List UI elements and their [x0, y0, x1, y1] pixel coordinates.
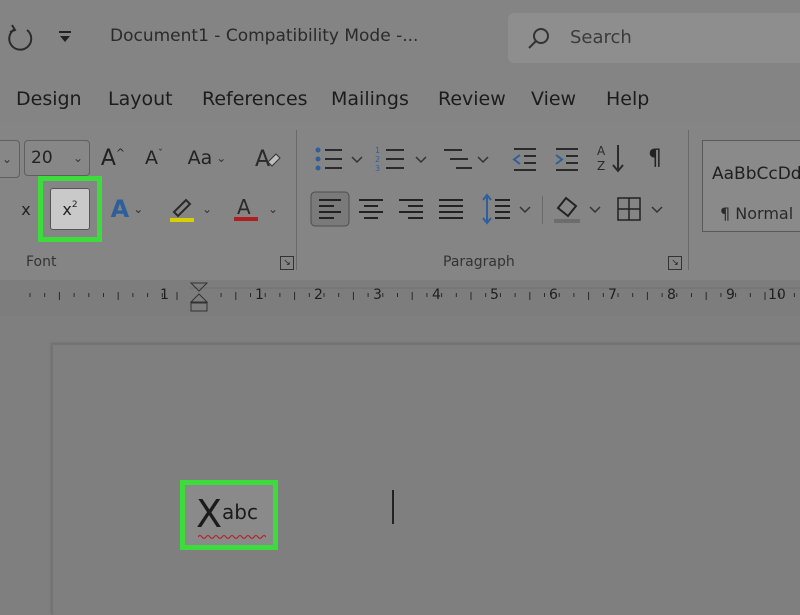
svg-text:Z: Z: [597, 159, 605, 173]
superscript-label: x: [62, 199, 72, 219]
ruler-number: 1: [255, 287, 264, 303]
search-icon[interactable]: [526, 26, 552, 52]
highlighter-icon: [169, 198, 194, 222]
svg-text:A: A: [597, 144, 606, 158]
ruler-number: 4: [432, 287, 441, 303]
align-left-icon[interactable]: [310, 191, 350, 227]
ruler-ticks: [29, 282, 800, 312]
svg-text:A: A: [237, 195, 251, 219]
svg-text:2: 2: [375, 155, 380, 164]
paragraph-dialog-launcher-icon[interactable]: ↘: [668, 256, 682, 270]
borders-icon[interactable]: [614, 192, 668, 226]
svg-text:3: 3: [375, 164, 380, 173]
tab-mailings[interactable]: Mailings: [331, 88, 409, 110]
tab-design[interactable]: Design: [16, 88, 82, 110]
chevron-down-icon: ⌄: [1, 152, 13, 166]
tab-layout[interactable]: Layout: [108, 88, 173, 110]
sort-icon[interactable]: AZ: [596, 142, 628, 174]
font-size-dropdown[interactable]: 20 ⌄: [24, 140, 90, 176]
grow-font-button[interactable]: A^: [98, 142, 128, 174]
text-effects-icon: A: [110, 195, 130, 223]
shrink-font-icon: Aˇ: [145, 147, 163, 169]
paragraph-group-label: Paragraph: [443, 254, 515, 270]
chevron-down-icon: ⌄: [133, 202, 144, 216]
superscript-exponent: 2: [71, 200, 78, 210]
font-color-icon: A: [233, 195, 258, 221]
clear-formatting-icon[interactable]: A: [252, 144, 282, 174]
bullets-icon[interactable]: [312, 144, 364, 174]
chevron-down-icon: ⌄: [267, 202, 279, 216]
ruler-number: 7: [608, 287, 617, 303]
font-name-dropdown[interactable]: ⌄: [0, 140, 20, 178]
ruler-number: 10: [768, 287, 786, 303]
style-preview-text: AaBbCcDd: [712, 164, 800, 184]
ruler-number: 9: [726, 287, 735, 303]
group-separator: [688, 130, 689, 270]
highlight-color-button[interactable]: ⌄: [164, 192, 216, 226]
superscript-text: abc: [222, 500, 258, 524]
spelling-squiggle: [198, 534, 266, 540]
tab-help[interactable]: Help: [606, 88, 649, 110]
numbering-icon[interactable]: 123: [374, 144, 430, 174]
ruler-number: 2: [314, 287, 323, 303]
chevron-down-icon: ⌄: [201, 202, 213, 216]
font-size-value: 20: [31, 148, 53, 168]
subscript-label: x: [21, 199, 31, 219]
pilcrow-icon: ¶: [648, 145, 662, 171]
ruler-number: 8: [667, 287, 676, 303]
ruler-number: 5: [490, 287, 499, 303]
change-case-button[interactable]: Aa ⌄: [182, 142, 232, 174]
style-normal-label: ¶ Normal: [720, 204, 794, 223]
document-title: Document1 - Compatibility Mode -...: [110, 26, 419, 46]
subscript-button[interactable]: x: [16, 195, 36, 223]
svg-text:1: 1: [375, 146, 380, 155]
text-effects-button[interactable]: A ⌄: [104, 194, 150, 224]
svg-text:A: A: [255, 147, 270, 172]
tab-view[interactable]: View: [531, 88, 576, 110]
tab-references[interactable]: References: [202, 88, 308, 110]
justify-icon[interactable]: [436, 194, 466, 224]
change-case-label: Aa: [187, 147, 213, 169]
tab-review[interactable]: Review: [438, 88, 506, 110]
font-color-button[interactable]: A ⌄: [228, 192, 282, 226]
search-placeholder[interactable]: Search: [570, 27, 632, 48]
decrease-indent-icon[interactable]: [510, 144, 540, 174]
multilevel-list-icon[interactable]: [440, 144, 492, 174]
ruler-number: 6: [549, 287, 558, 303]
font-dialog-launcher-icon[interactable]: ↘: [280, 256, 294, 270]
base-text: X: [196, 492, 223, 536]
shading-icon[interactable]: [552, 192, 604, 226]
redo-icon[interactable]: [6, 22, 36, 52]
customize-quick-access-icon[interactable]: [56, 28, 74, 46]
document-text[interactable]: Xabc: [196, 494, 258, 534]
show-formatting-marks-button[interactable]: ¶: [642, 142, 668, 174]
chevron-down-icon: ⌄: [72, 151, 83, 165]
group-separator: [296, 130, 297, 270]
superscript-button[interactable]: x2: [50, 188, 90, 230]
font-group-label: Font: [26, 254, 57, 270]
increase-indent-icon[interactable]: [552, 144, 582, 174]
document-page[interactable]: [52, 344, 800, 615]
ruler-number: 1: [160, 287, 169, 303]
align-right-icon[interactable]: [396, 194, 426, 224]
line-spacing-icon[interactable]: [480, 192, 536, 226]
shrink-font-button[interactable]: Aˇ: [140, 142, 168, 174]
grow-font-icon: A^: [100, 145, 126, 171]
align-center-icon[interactable]: [356, 194, 386, 224]
group-separator: [542, 196, 543, 224]
chevron-down-icon: ⌄: [216, 151, 227, 165]
text-cursor: [392, 490, 394, 524]
ruler-number: 3: [373, 287, 382, 303]
